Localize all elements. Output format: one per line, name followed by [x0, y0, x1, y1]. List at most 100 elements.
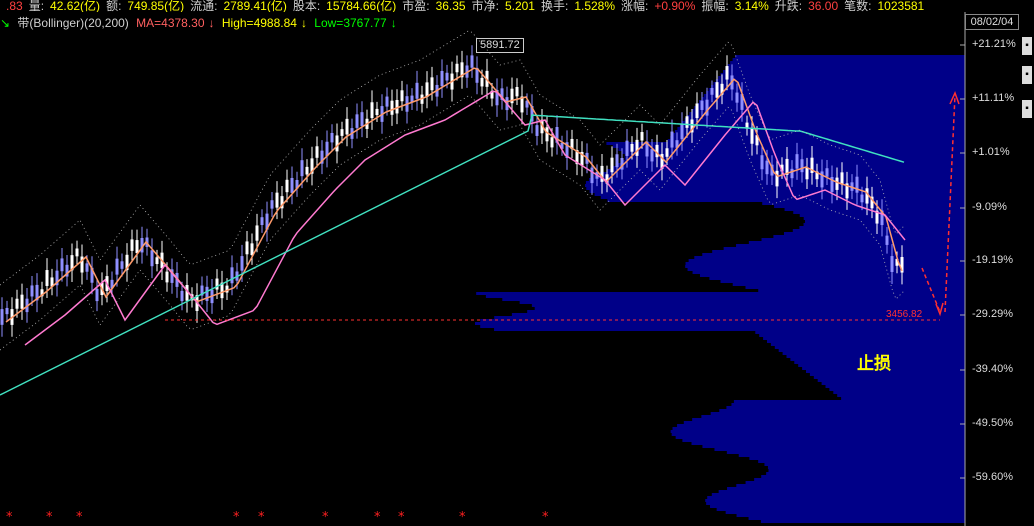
volume-profile-bar	[675, 130, 965, 133]
volume-profile-bar	[624, 154, 965, 157]
peak-price-label: 5891.72	[476, 38, 524, 53]
candle-body	[385, 96, 389, 107]
candle-body	[455, 63, 459, 73]
candle-body	[95, 288, 99, 302]
candle-body	[285, 179, 289, 193]
candle-body	[790, 168, 794, 179]
volume-profile-bar	[745, 481, 965, 484]
volume-profile-bar	[685, 262, 965, 265]
volume-profile-bar	[675, 436, 965, 439]
y-tick-label: -29.29%	[972, 308, 1013, 320]
volume-profile-bar	[720, 73, 965, 76]
side-tab-2[interactable]: ▪	[1022, 66, 1032, 84]
volume-profile-bar	[813, 376, 965, 379]
candle-body	[855, 176, 859, 193]
candle-body	[150, 250, 154, 267]
volume-profile-bar	[783, 232, 965, 235]
volume-profile-bar	[715, 79, 965, 82]
candle-body	[890, 256, 894, 272]
volume-profile-bar	[731, 403, 965, 406]
stop-loss-label: 止损	[857, 354, 891, 374]
volume-profile-bar	[761, 475, 965, 478]
volume-profile-bar	[723, 247, 965, 250]
side-tab-1[interactable]: ▪	[1022, 37, 1032, 55]
signal-marker-icon: *	[76, 510, 83, 525]
candle-body	[15, 298, 19, 309]
volume-profile-bar	[748, 241, 965, 244]
volume-profile-bar	[691, 109, 965, 112]
candle-body	[440, 70, 444, 87]
volume-profile-bar	[694, 106, 965, 109]
signal-marker-icon: *	[398, 510, 405, 525]
volume-profile-bar	[762, 202, 965, 205]
volume-profile-bar	[667, 139, 965, 142]
candle-body	[735, 92, 739, 103]
signal-marker-icon: *	[46, 510, 53, 525]
volume-profile-bar	[759, 334, 965, 337]
volume-profile-bar	[803, 217, 965, 220]
candle-body	[480, 77, 484, 87]
candle-body	[290, 177, 294, 193]
volume-profile-bar	[711, 493, 965, 496]
candle-body	[240, 256, 244, 271]
candle-body	[640, 132, 644, 141]
candle-body	[610, 157, 614, 173]
candle-body	[430, 77, 434, 91]
volume-profile-bar	[706, 91, 965, 94]
candle-body	[760, 155, 764, 170]
volume-profile-bar	[767, 466, 965, 469]
candle-body	[305, 166, 309, 175]
volume-profile-bar	[677, 424, 965, 427]
volume-profile-bar	[727, 64, 965, 67]
y-tick-label: -49.50%	[972, 417, 1013, 429]
volume-profile-bar	[710, 505, 965, 508]
volume-profile-bar	[736, 484, 965, 487]
volume-profile-bar	[748, 517, 965, 520]
candle-body	[85, 263, 89, 272]
candle-body	[20, 294, 24, 309]
volume-profile-bar	[736, 514, 965, 517]
y-tick-label: +21.21%	[972, 38, 1016, 50]
signal-marker-icon: *	[233, 510, 240, 525]
candle-body	[165, 271, 169, 283]
volume-profile-bar	[618, 148, 965, 151]
candle-body	[470, 55, 474, 68]
volume-profile-bar	[763, 337, 965, 340]
candle-body	[840, 172, 844, 185]
volume-profile-bar	[519, 301, 965, 304]
candle-body	[665, 148, 669, 157]
volume-profile-bar	[710, 412, 965, 415]
candle-body	[315, 146, 319, 158]
volume-profile-bar	[829, 388, 965, 391]
volume-profile-bar	[476, 292, 965, 295]
volume-profile-bar	[766, 472, 965, 475]
candle-body	[750, 127, 754, 144]
y-tick-label: +11.11%	[972, 92, 1015, 104]
volume-profile-bar	[685, 265, 965, 268]
volume-profile-bar	[730, 61, 965, 64]
candle-body	[550, 137, 554, 148]
candle-body	[650, 149, 654, 162]
volume-profile-bar	[726, 406, 965, 409]
volume-profile-bar	[672, 133, 965, 136]
volume-profile-bar	[749, 457, 965, 460]
volume-profile-bar	[671, 433, 965, 436]
volume-profile-bar	[837, 394, 965, 397]
volume-profile-bar	[825, 385, 965, 388]
candle-body	[535, 125, 539, 136]
candle-body	[180, 290, 184, 302]
candle-body	[360, 112, 364, 127]
volume-profile-bar	[755, 331, 965, 334]
side-tab-3[interactable]: ▪	[1022, 100, 1032, 118]
volume-profile-bar	[774, 205, 965, 208]
signal-marker-icon: *	[258, 510, 265, 525]
volume-profile-bar	[764, 463, 965, 466]
volume-profile-bar	[585, 184, 965, 187]
signal-marker-icon: *	[374, 510, 381, 525]
volume-profile-bar	[594, 193, 965, 196]
volume-profile-bar	[689, 112, 965, 115]
volume-profile-bar	[718, 490, 965, 493]
price-chart[interactable]: * * * * * * * * * *	[0, 0, 1034, 526]
volume-profile-bar	[701, 415, 965, 418]
volume-profile-bar	[624, 157, 965, 160]
